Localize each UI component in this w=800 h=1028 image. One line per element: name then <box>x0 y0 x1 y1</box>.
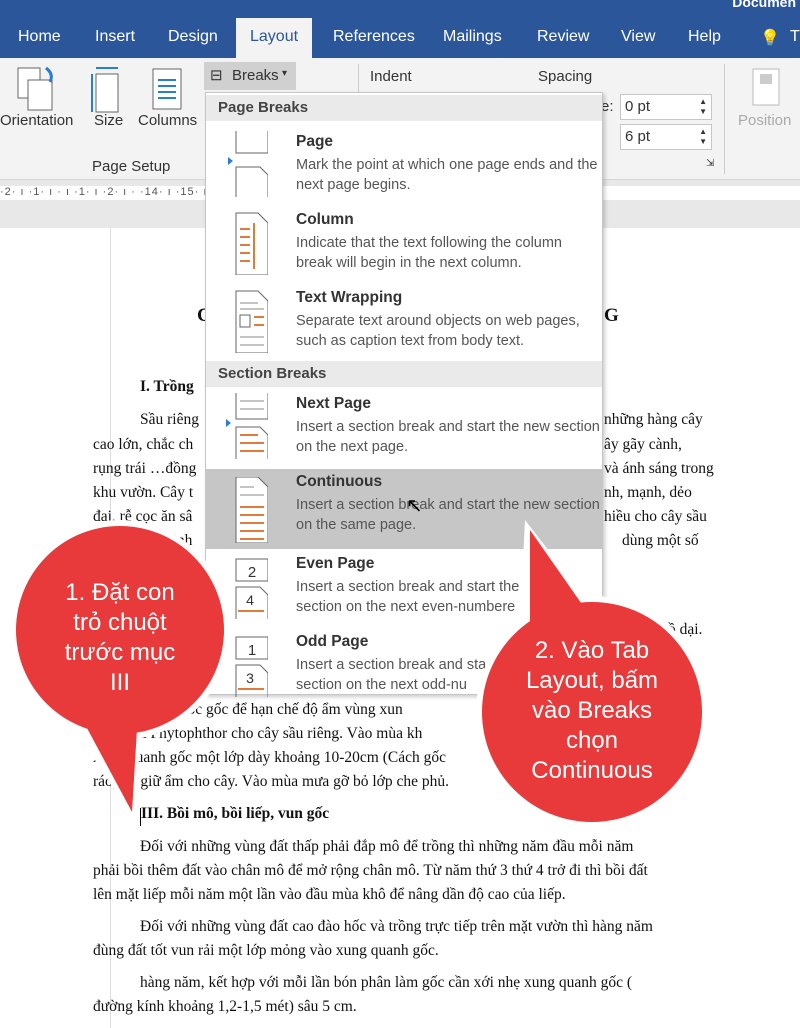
callout-line: trỏ chuột <box>73 609 167 636</box>
callout-line: 1. Đặt con <box>65 579 175 606</box>
callout-line: trước mục <box>64 639 176 666</box>
callout-step1-text: 1. Đặt con trỏ chuột trước mục III <box>30 578 210 698</box>
callout-bubbles <box>10 520 708 828</box>
callout-line: chọn <box>565 727 619 754</box>
callout-step2-text: 2. Vào Tab Layout, bấm vào Breaks chọn C… <box>492 636 692 786</box>
callout-line: Continuous <box>531 757 653 784</box>
callout-line: 2. Vào Tab <box>534 637 650 664</box>
callout-line: vào Breaks <box>531 697 653 724</box>
callout-line: III <box>109 669 130 696</box>
callout-line: Layout, bấm <box>525 667 659 694</box>
